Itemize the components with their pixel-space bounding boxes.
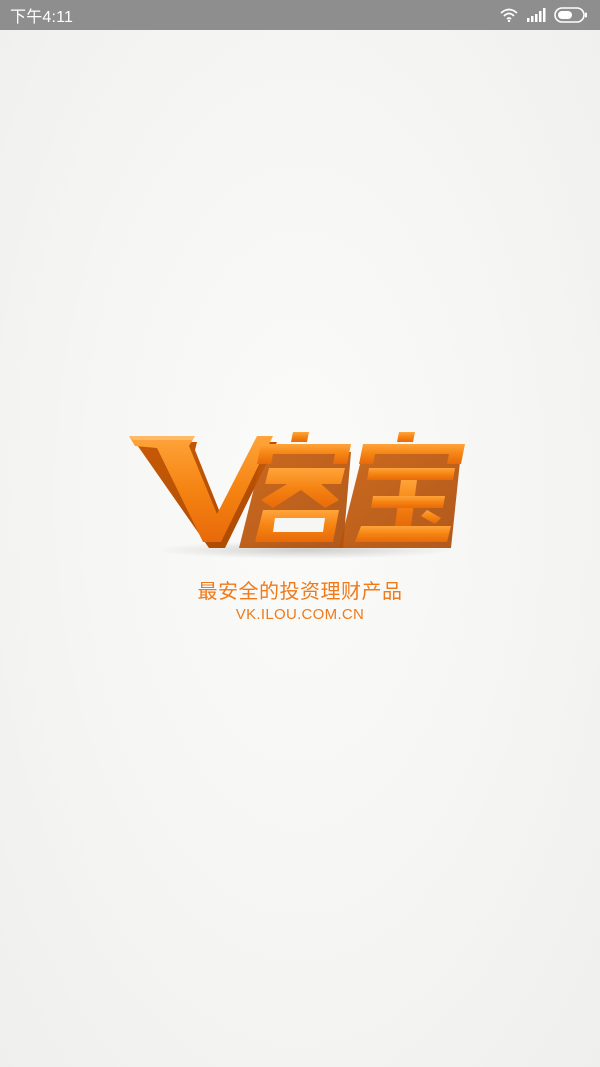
status-icons — [500, 7, 588, 23]
app-slogan: 最安全的投资理财产品 — [197, 579, 403, 603]
signal-icon — [526, 8, 546, 22]
app-logo — [125, 402, 475, 562]
status-bar: 下午4:11 — [0, 0, 600, 30]
splash-screen: 最安全的投资理财产品 VK.ILOU.COM.CN — [0, 30, 600, 1067]
battery-icon — [554, 7, 588, 23]
status-time: 下午4:11 — [10, 9, 74, 26]
app-website: VK.ILOU.COM.CN — [235, 606, 365, 623]
wifi-icon — [500, 8, 518, 22]
